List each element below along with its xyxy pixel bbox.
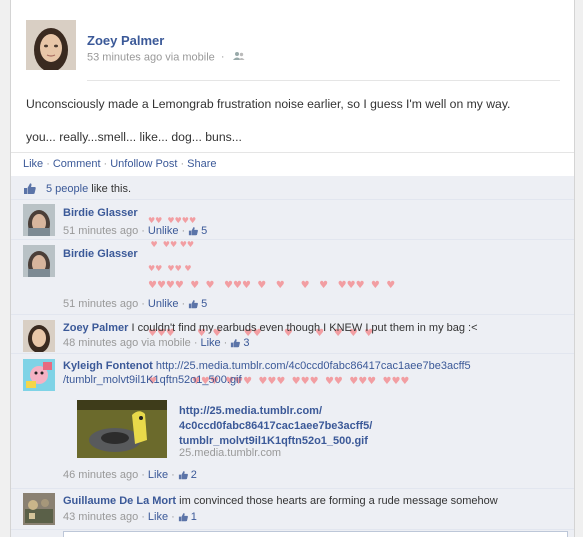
commenter-avatar[interactable]: [23, 245, 55, 277]
comment-timestamp[interactable]: 48 minutes ago: [63, 337, 138, 349]
comment-item: Guillaume De La Mort im convinced those …: [11, 490, 574, 530]
comment-like-count[interactable]: 1: [191, 511, 197, 523]
comments-panel: 5 people like this. Birdie Glasser ♥♥ ♥♥…: [11, 176, 574, 537]
like-comment-link[interactable]: Like: [200, 337, 220, 349]
comment-meta: 43 minutes ago · Like · 1: [63, 511, 197, 525]
comment-text: im convinced those hearts are forming a …: [179, 495, 498, 507]
link-attachment[interactable]: http://25.media.tumblr.com/ 4c0ccd0fabc8…: [77, 400, 479, 459]
attachment-domain: 25.media.tumblr.com: [179, 447, 282, 459]
like-comment-link[interactable]: Like: [148, 469, 168, 481]
comment-text: I couldn't find my earbuds even though I…: [131, 322, 478, 334]
commenter-name[interactable]: Kyleigh Fontenot: [63, 360, 153, 372]
comment-like-count[interactable]: 5: [201, 225, 207, 237]
author-avatar[interactable]: [26, 20, 76, 70]
commenter-name[interactable]: Birdie Glasser: [63, 207, 138, 219]
commenter-name[interactable]: Birdie Glasser: [63, 248, 138, 260]
comment-timestamp[interactable]: 51 minutes ago: [63, 298, 138, 310]
attachment-thumbnail[interactable]: [77, 400, 167, 458]
share-link[interactable]: Share: [187, 158, 216, 170]
comment-item: Kyleigh Fontenot http://25.media.tumblr.…: [11, 355, 574, 489]
commenter-name[interactable]: Guillaume De La Mort: [63, 495, 176, 507]
unlike-link[interactable]: Unlike: [148, 225, 179, 237]
likers-link[interactable]: 5 people: [46, 183, 88, 195]
action-dot: ·: [180, 158, 185, 170]
like-link[interactable]: Like: [23, 158, 43, 170]
hearts-art-row: ♥♥ ♥♥♥♥: [148, 216, 197, 225]
comment-item: Birdie Glasser ♥♥♥♥ ♥ ♥ ♥♥♥ ♥ ♥ ♥ ♥ ♥♥♥ …: [11, 241, 574, 387]
comment-meta: 48 minutes ago via mobile · Like · 3: [63, 337, 250, 351]
comment-url-link-cont[interactable]: /tumblr_molvt9il1K1qftn52o1_500.gif: [63, 374, 242, 386]
story-header: Zoey Palmer 53 minutes ago via mobile ·: [11, 0, 574, 90]
comment-timestamp[interactable]: 46 minutes ago: [63, 469, 138, 481]
friends-privacy-icon[interactable]: [232, 51, 245, 64]
comment-like-icon: [188, 226, 199, 239]
comment-like-icon: [178, 470, 189, 483]
post-meta: 53 minutes ago via mobile ·: [87, 51, 245, 64]
feed-story: Zoey Palmer 53 minutes ago via mobile · …: [10, 0, 575, 537]
action-dot: ·: [46, 158, 50, 170]
commenter-avatar[interactable]: [23, 204, 55, 236]
attachment-title[interactable]: http://25.media.tumblr.com/ 4c0ccd0fabc8…: [179, 404, 479, 449]
commenter-avatar[interactable]: [23, 320, 55, 352]
post-timestamp[interactable]: 53 minutes ago: [87, 51, 162, 63]
action-dot: ·: [103, 158, 108, 170]
post-text-line1: Unconsciously made a Lemongrab frustrati…: [26, 97, 511, 111]
comment-meta: 51 minutes ago · Unlike · 5: [63, 298, 208, 312]
hearts-art-row: ♥♥♥♥ ♥ ♥ ♥♥♥ ♥ ♥ ♥ ♥ ♥♥♥ ♥ ♥: [148, 280, 396, 291]
author-name[interactable]: Zoey Palmer: [87, 33, 164, 48]
commenter-avatar[interactable]: [23, 359, 55, 391]
comment-item: Zoey Palmer I couldn't find my earbuds e…: [11, 316, 574, 354]
comment-like-icon: [178, 512, 189, 525]
post-text-line2: you... really...smell... like... dog... …: [26, 130, 242, 144]
likes-suffix: like this.: [88, 183, 132, 195]
post-via: via mobile: [165, 51, 215, 64]
thumbs-up-icon: [23, 182, 37, 198]
comment-via: via mobile: [141, 337, 191, 349]
comment-like-icon: [230, 338, 241, 351]
comment-meta: 46 minutes ago · Like · 2: [63, 469, 197, 483]
comment-timestamp[interactable]: 43 minutes ago: [63, 511, 138, 523]
commenter-avatar[interactable]: [23, 493, 55, 525]
like-summary: 5 people like this.: [11, 176, 574, 200]
comment-meta: 51 minutes ago · Unlike · 5: [63, 225, 208, 239]
commenter-name[interactable]: Zoey Palmer: [63, 322, 128, 334]
comment-like-icon: [188, 299, 199, 312]
comment-like-count[interactable]: 2: [191, 469, 197, 481]
unfollow-post-link[interactable]: Unfollow Post: [110, 158, 177, 170]
unlike-link[interactable]: Unlike: [148, 298, 179, 310]
comment-url-link[interactable]: http://25.media.tumblr.com/4c0ccd0fabc86…: [156, 360, 471, 372]
comment-like-count[interactable]: 5: [201, 298, 207, 310]
like-comment-link[interactable]: Like: [148, 511, 168, 523]
header-divider: [87, 80, 560, 81]
comment-link[interactable]: Comment: [53, 158, 101, 170]
comment-like-count[interactable]: 3: [243, 337, 249, 349]
meta-separator: ·: [220, 51, 225, 64]
comment-timestamp[interactable]: 51 minutes ago: [63, 225, 138, 237]
write-comment-input[interactable]: [63, 531, 568, 537]
story-actions: Like · Comment · Unfollow Post · Share: [11, 152, 574, 174]
comment-item: Birdie Glasser ♥♥ ♥♥♥♥ ♥ ♥♥ ♥♥ ♥♥ ♥♥ ♥ 5…: [11, 200, 574, 273]
